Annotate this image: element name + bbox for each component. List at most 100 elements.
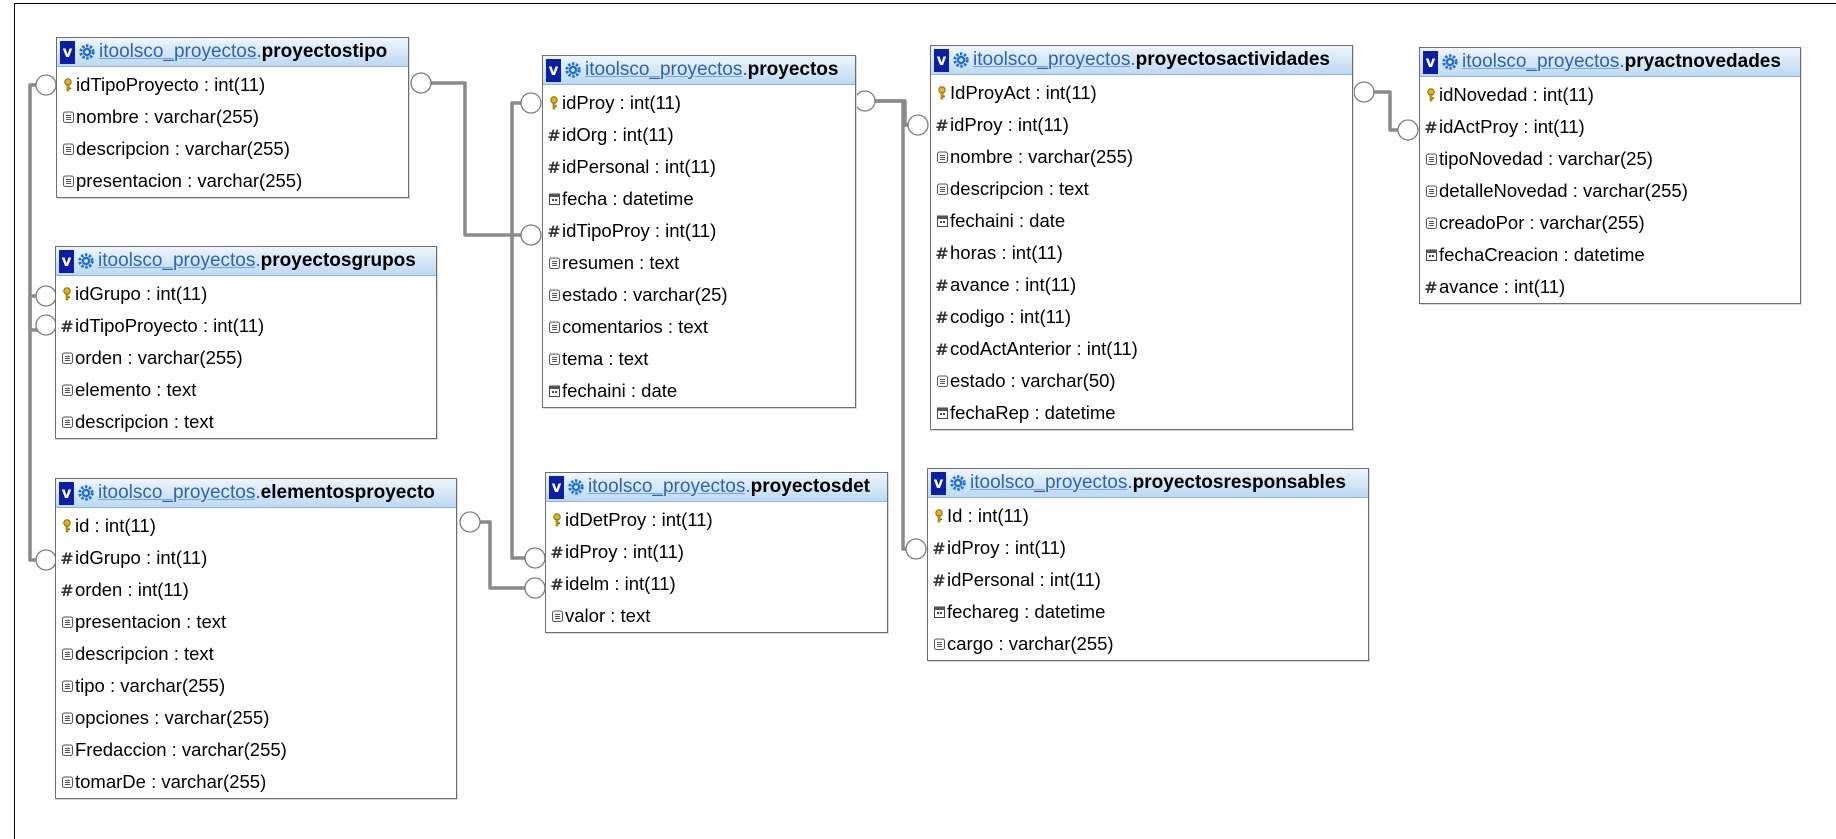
column-row: IdProyAct : int(11): [931, 77, 1352, 109]
primary-key-icon: [62, 78, 74, 92]
table-name: elementosproyecto: [260, 482, 435, 503]
numeric-hash-icon: #: [60, 548, 74, 568]
toggle-v-icon[interactable]: v: [934, 48, 949, 72]
column-label: idNovedad : int(11): [1439, 84, 1594, 105]
column-row: # idGrupo : int(11): [56, 542, 456, 574]
numeric-hash-icon: #: [1424, 277, 1438, 297]
numeric-hash-icon: #: [932, 538, 946, 558]
numeric-hash-icon: #: [932, 570, 946, 590]
gear-icon[interactable]: [568, 479, 584, 495]
table-proyectostipo[interactable]: v itoolsco_proyectos. proyectostipo idTipoP…: [56, 37, 409, 198]
text-field-icon: [936, 151, 948, 163]
table-header[interactable]: v itoolsco_proyectos. proyectosdet: [546, 473, 887, 502]
numeric-hash-icon: #: [547, 125, 561, 145]
column-label: idActProy : int(11): [1439, 116, 1585, 137]
table-proyectosdet[interactable]: v itoolsco_proyectos. proyectosdet idDetPro…: [545, 472, 888, 633]
schema-name: itoolsco_proyectos: [1462, 51, 1620, 72]
column-row: opciones : varchar(255): [56, 702, 456, 734]
toggle-v-icon[interactable]: v: [59, 481, 74, 505]
column-row: # idProy : int(11): [928, 532, 1368, 564]
table-header[interactable]: v itoolsco_proyectos. proyectostipo: [57, 38, 408, 67]
column-row: comentarios : text: [543, 311, 855, 343]
toggle-v-icon[interactable]: v: [1423, 50, 1438, 74]
toggle-v-icon[interactable]: v: [549, 475, 564, 499]
gear-icon[interactable]: [79, 44, 95, 60]
gear-icon[interactable]: [1442, 54, 1458, 70]
text-field-icon: [551, 610, 563, 622]
table-pryactnovedades[interactable]: v itoolsco_proyectos. pryactnovedades idNov…: [1419, 47, 1801, 304]
table-header[interactable]: v itoolsco_proyectos. proyectosgrupos: [56, 247, 436, 276]
table-header[interactable]: v itoolsco_proyectos. pryactnovedades: [1420, 48, 1800, 77]
date-icon: [936, 215, 948, 227]
column-row: fechaCreacion : datetime: [1420, 239, 1800, 271]
table-header[interactable]: v itoolsco_proyectos. proyectosresponsable…: [928, 469, 1368, 498]
schema-name: itoolsco_proyectos: [98, 250, 256, 271]
primary-key-icon: [551, 513, 563, 527]
column-label: descripcion : varchar(255): [76, 138, 290, 159]
gear-icon[interactable]: [950, 475, 966, 491]
column-row: creadoPor : varchar(255): [1420, 207, 1800, 239]
column-row: # idOrg : int(11): [543, 119, 855, 151]
table-header[interactable]: v itoolsco_proyectos. proyectosactividades: [931, 46, 1352, 75]
text-field-icon: [61, 352, 73, 364]
column-label: descripcion : text: [950, 178, 1089, 199]
column-row: id : int(11): [56, 510, 456, 542]
column-row: descripcion : text: [56, 638, 456, 670]
column-label: presentacion : varchar(255): [76, 170, 303, 191]
column-row: estado : varchar(25): [543, 279, 855, 311]
primary-key-icon: [936, 86, 948, 100]
column-list: idTipoProyecto : int(11) nombre : varchar…: [57, 67, 408, 197]
column-label: idProy : int(11): [950, 114, 1069, 135]
column-row: fechareg : datetime: [928, 596, 1368, 628]
table-name: proyectosresponsables: [1132, 472, 1346, 493]
table-header[interactable]: v itoolsco_proyectos. proyectos: [543, 56, 855, 85]
numeric-hash-icon: #: [547, 221, 561, 241]
column-row: descripcion : varchar(255): [57, 133, 408, 165]
text-field-icon: [61, 648, 73, 660]
toggle-v-icon[interactable]: v: [60, 40, 75, 64]
numeric-hash-icon: #: [547, 157, 561, 177]
gear-icon[interactable]: [953, 52, 969, 68]
column-list: idGrupo : int(11) # idTipoProyecto : int(1…: [56, 276, 436, 438]
column-label: descripcion : text: [75, 411, 214, 432]
table-name: proyectos: [747, 59, 839, 80]
table-proyectos[interactable]: v itoolsco_proyectos. proyectos idProy : in…: [542, 55, 856, 408]
column-label: id : int(11): [75, 515, 156, 536]
text-field-icon: [61, 776, 73, 788]
text-field-icon: [548, 257, 560, 269]
gear-icon[interactable]: [78, 253, 94, 269]
column-label: idTipoProy : int(11): [562, 220, 717, 241]
column-list: IdProyAct : int(11) # idProy : int(11) nomb…: [931, 75, 1352, 429]
column-row: idGrupo : int(11): [56, 278, 436, 310]
column-row: # avance : int(11): [931, 269, 1352, 301]
column-row: # avance : int(11): [1420, 271, 1800, 303]
column-list: idNovedad : int(11) # idActProy : int(11) t…: [1420, 77, 1800, 303]
table-header[interactable]: v itoolsco_proyectos. elementosproyecto: [56, 479, 456, 508]
table-proyectosgrupos[interactable]: v itoolsco_proyectos. proyectosgrupos idGru…: [55, 246, 437, 439]
toggle-v-icon[interactable]: v: [59, 249, 74, 273]
column-row: idTipoProyecto : int(11): [57, 69, 408, 101]
table-proyectosactividades[interactable]: v itoolsco_proyectos. proyectosactividades…: [930, 45, 1353, 430]
table-proyectosresponsables[interactable]: v itoolsco_proyectos. proyectosresponsable…: [927, 468, 1369, 661]
column-row: idProy : int(11): [543, 87, 855, 119]
table-elementosproyecto[interactable]: v itoolsco_proyectos. elementosproyectoid …: [55, 478, 457, 799]
column-label: opciones : varchar(255): [75, 707, 270, 728]
text-field-icon: [548, 321, 560, 333]
column-row: presentacion : text: [56, 606, 456, 638]
primary-key-icon: [933, 509, 945, 523]
gear-icon[interactable]: [78, 485, 94, 501]
column-label: avance : int(11): [1439, 276, 1566, 297]
text-field-icon: [1425, 217, 1437, 229]
column-label: creadoPor : varchar(255): [1439, 212, 1645, 233]
gear-icon[interactable]: [565, 62, 581, 78]
schema-name: itoolsco_proyectos: [99, 41, 257, 62]
column-label: idPersonal : int(11): [562, 156, 716, 177]
column-row: fechaini : date: [931, 205, 1352, 237]
toggle-v-icon[interactable]: v: [546, 58, 561, 82]
column-label: idPersonal : int(11): [947, 569, 1101, 590]
column-label: estado : varchar(25): [562, 284, 728, 305]
column-row: # idPersonal : int(11): [928, 564, 1368, 596]
primary-key-icon: [61, 287, 73, 301]
toggle-v-icon[interactable]: v: [931, 471, 946, 495]
column-label: IdProyAct : int(11): [950, 82, 1097, 103]
